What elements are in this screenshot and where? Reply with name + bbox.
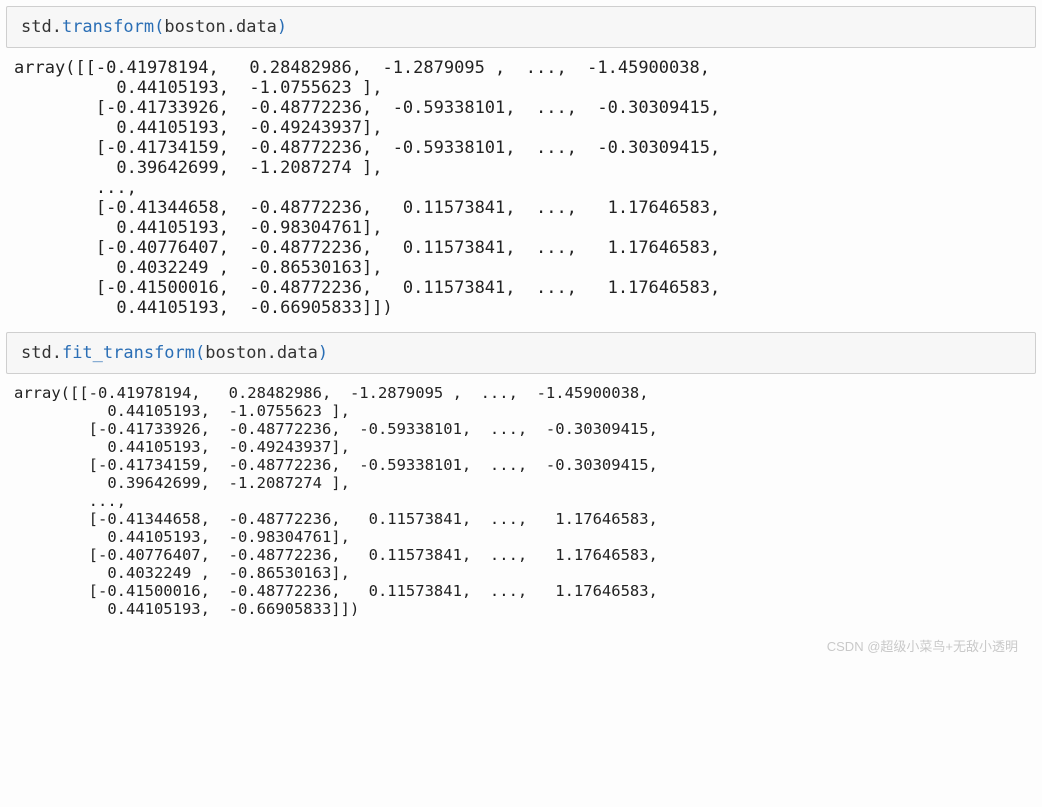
method-token: transform	[62, 17, 154, 37]
watermark-text: CSDN @超级小菜鸟+无敌小透明	[0, 626, 1042, 667]
code-output-cell-2: array([[-0.41978194, 0.28482986, -1.2879…	[0, 378, 1042, 626]
method-token: fit_transform	[62, 343, 195, 363]
code-input-cell-1[interactable]: std.transform(boston.data)	[6, 6, 1036, 48]
close-paren-icon: )	[277, 17, 287, 37]
code-input-cell-2[interactable]: std.fit_transform(boston.data)	[6, 332, 1036, 374]
open-paren-icon: (	[154, 17, 164, 37]
close-paren-icon: )	[318, 343, 328, 363]
arg-token: boston.data	[205, 343, 318, 363]
obj-token: std.	[21, 17, 62, 37]
open-paren-icon: (	[195, 343, 205, 363]
obj-token: std.	[21, 343, 62, 363]
code-output-cell-1: array([[-0.41978194, 0.28482986, -1.2879…	[0, 52, 1042, 326]
arg-token: boston.data	[164, 17, 277, 37]
